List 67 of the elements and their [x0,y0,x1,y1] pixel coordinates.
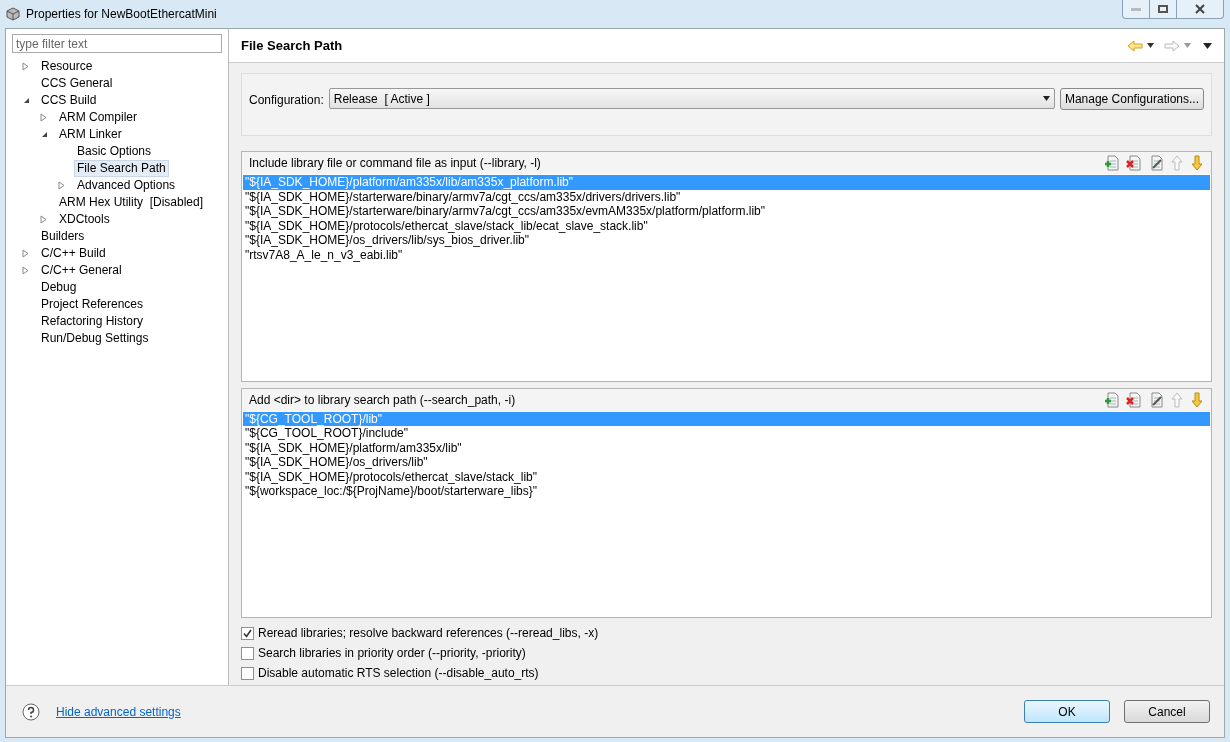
collapse-arrow-icon[interactable] [40,130,48,139]
ok-button[interactable]: OK [1024,700,1110,723]
tree-item[interactable]: Resource [38,58,96,75]
expand-arrow-icon[interactable] [22,249,30,258]
tree-item[interactable]: Project References [38,296,147,313]
tree-item[interactable]: Basic Options [74,143,155,160]
list-row[interactable]: "${IA_SDK_HOME}/protocols/ethercat_slave/stack_lib/ecat_slave_stack.lib" [243,218,1210,233]
list-title: Include library file or command file as input (--library, -l) [249,155,541,172]
tree-item[interactable]: CCS Build [38,92,100,109]
collapse-arrow-icon[interactable] [22,96,30,105]
tree-item[interactable]: C/C++ General [38,262,125,279]
close-icon[interactable] [1194,4,1206,14]
delete-icon[interactable] [1126,391,1142,408]
expand-arrow-icon[interactable] [58,181,66,190]
configuration-dropdown[interactable]: Release [ Active ] [328,88,1055,109]
add-icon[interactable] [1104,391,1120,408]
expand-arrow-icon[interactable] [40,113,48,122]
checkbox-label: Search libraries in priority order (--priority, -priority) [258,645,526,662]
expand-arrow-icon[interactable] [40,215,48,224]
help-icon[interactable] [22,702,40,721]
delete-icon[interactable] [1126,155,1142,171]
checkbox-label: Reread libraries; resolve backward references (--reread_libs, -x) [258,625,599,642]
expand-arrow-icon[interactable] [22,62,30,71]
list-row[interactable]: "${IA_SDK_HOME}/os_drivers/lib" [243,455,1210,470]
cancel-button[interactable]: Cancel [1124,700,1210,723]
tree-item[interactable]: Builders [38,228,88,245]
checkbox[interactable] [241,646,254,660]
tree-item[interactable]: C/C++ Build [38,245,109,262]
list-title: Add <dir> to library search path (--search_path, -i) [249,391,516,409]
list-row[interactable]: "${IA_SDK_HOME}/starterware/binary/armv7a/cgt_ccs/am335x/drivers/drivers.lib" [243,189,1210,204]
list-row[interactable]: "${IA_SDK_HOME}/protocols/ethercat_slave/stack_lib" [243,469,1210,484]
list-row[interactable]: "rtsv7A8_A_le_n_v3_eabi.lib" [243,247,1210,262]
list-row[interactable]: "${workspace_loc:/${ProjName}/boot/starterware_libs}" [243,484,1210,499]
window-title: Properties for NewBootEthercatMini [26,6,218,23]
checkmark-icon [243,628,252,638]
tree-item[interactable]: Debug [38,279,80,296]
dropdown-arrow-icon[interactable] [1042,96,1050,101]
expand-arrow-icon[interactable] [22,266,30,275]
list-row[interactable]: "${IA_SDK_HOME}/starterware/binary/armv7a/cgt_ccs/am335x/evmAM335x/platform/platform.lib" [243,204,1210,219]
checkbox-label: Disable automatic RTS selection (--disable_auto_rts) [258,665,539,682]
tree-item[interactable]: ARM Hex Utility [Disabled] [56,194,207,211]
tree-item[interactable]: File Search Path [74,160,169,177]
move-down-icon[interactable] [1190,155,1204,171]
move-down-icon[interactable] [1190,391,1204,408]
manage-configurations-button[interactable]: Manage Configurations... [1059,88,1204,110]
checkbox[interactable] [241,666,254,680]
tree-item[interactable]: Refactoring History [38,313,147,330]
dropdown-arrow-icon[interactable] [1147,43,1154,48]
edit-icon[interactable] [1148,155,1164,171]
list-row[interactable]: "${IA_SDK_HOME}/os_drivers/lib/sys_bios_driver.lib" [243,233,1210,248]
configuration-label: Configuration: [249,92,324,109]
edit-icon[interactable] [1148,391,1164,408]
list-row[interactable]: "${CG_TOOL_ROOT}/include" [243,426,1210,441]
tree-item[interactable]: ARM Compiler [56,109,140,126]
tree-item[interactable]: ARM Linker [56,126,125,143]
view-menu-icon[interactable] [1203,42,1212,49]
tree-item[interactable]: Run/Debug Settings [38,330,152,347]
app-icon [6,7,20,21]
tree-item[interactable]: Advanced Options [74,177,179,194]
checkbox[interactable] [241,626,254,640]
hide-advanced-settings-link[interactable]: Hide advanced settings [56,702,1016,721]
list-row[interactable]: "${IA_SDK_HOME}/platform/am335x/lib" [243,440,1210,455]
tree-item[interactable]: CCS General [38,75,116,92]
filter-field[interactable]: type filter text [12,34,222,53]
page-title: File Search Path [241,36,343,55]
add-icon[interactable] [1104,155,1120,171]
tree-item[interactable]: XDCtools [56,211,113,228]
